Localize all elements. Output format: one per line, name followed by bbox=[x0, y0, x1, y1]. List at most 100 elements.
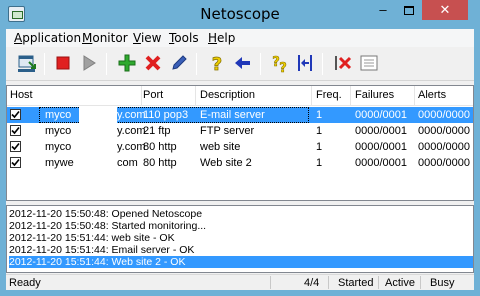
maximize-icon bbox=[404, 6, 414, 16]
toolbar: ? ? ? bbox=[6, 47, 474, 81]
column-header-failures[interactable]: Failures bbox=[355, 89, 394, 101]
menu-tools[interactable]: Tools bbox=[169, 31, 199, 45]
stop-button[interactable] bbox=[52, 52, 74, 74]
play-button[interactable] bbox=[78, 52, 100, 74]
menu-label: ools bbox=[174, 31, 199, 45]
help-button[interactable]: ? bbox=[206, 52, 228, 74]
cell-failures: 0000/0001 bbox=[355, 141, 407, 153]
client-area: Application Monitor View Tools Help ? ? … bbox=[6, 29, 474, 290]
row-checkbox[interactable] bbox=[10, 109, 21, 120]
cell-freq: 1 bbox=[316, 125, 323, 137]
edit-icon bbox=[172, 55, 187, 70]
status-activity: Active bbox=[385, 277, 415, 289]
title-bar[interactable]: Netoscope – ✕ bbox=[0, 0, 480, 29]
column-divider bbox=[350, 86, 351, 106]
menu-view[interactable]: View bbox=[133, 31, 161, 45]
details-button[interactable] bbox=[358, 52, 380, 74]
import-button[interactable] bbox=[16, 52, 38, 74]
checkmark-icon bbox=[11, 142, 20, 151]
cell-host-domain: y.com bbox=[117, 125, 146, 137]
add-icon bbox=[118, 54, 136, 72]
help-multi-icon: ? ? bbox=[272, 55, 287, 74]
menu-label: onitor bbox=[92, 31, 128, 45]
cell-port: 21 ftp bbox=[143, 125, 171, 137]
align-button[interactable] bbox=[294, 52, 316, 74]
log-line[interactable]: 2012-11-20 15:51:44: Email server - OK bbox=[9, 244, 473, 256]
stop-icon bbox=[56, 56, 70, 70]
maximize-button[interactable] bbox=[396, 0, 422, 20]
log-line[interactable]: 2012-11-20 15:50:48: Started monitoring.… bbox=[9, 220, 473, 232]
edit-button[interactable] bbox=[168, 52, 190, 74]
row-checkbox[interactable] bbox=[10, 125, 21, 136]
cell-description: E-mail server bbox=[200, 109, 265, 121]
close-button[interactable]: ✕ bbox=[422, 0, 468, 20]
column-header-port[interactable]: Port bbox=[143, 89, 163, 101]
cell-host: myco bbox=[45, 141, 72, 153]
cell-port: 110 pop3 bbox=[143, 109, 189, 121]
table-header: Host Port Description Freq. Failures Ale… bbox=[7, 86, 473, 106]
svg-text:?: ? bbox=[279, 61, 287, 74]
status-divider bbox=[270, 276, 271, 289]
column-header-description[interactable]: Description bbox=[200, 89, 255, 101]
align-icon bbox=[298, 55, 312, 71]
delete-multi-icon bbox=[335, 56, 352, 70]
toolbar-separator bbox=[44, 53, 45, 75]
cell-freq: 1 bbox=[316, 157, 323, 169]
menu-application[interactable]: Application bbox=[14, 31, 81, 45]
status-state: Ready bbox=[9, 277, 41, 289]
log-line[interactable]: 2012-11-20 15:51:44: web site - OK bbox=[9, 232, 473, 244]
status-busy: Busy bbox=[430, 277, 455, 289]
column-divider bbox=[311, 86, 312, 106]
back-arrow-icon bbox=[235, 57, 250, 69]
cell-description: FTP server bbox=[200, 125, 255, 137]
cell-host-domain: y.com bbox=[117, 141, 146, 153]
cell-host-domain: com bbox=[117, 157, 138, 169]
menu-help[interactable]: Help bbox=[208, 31, 235, 45]
cell-freq: 1 bbox=[316, 109, 323, 121]
table-row[interactable]: myco y.com 110 pop3 E-mail server 1 0000… bbox=[7, 107, 473, 123]
redaction-block bbox=[79, 123, 117, 139]
cell-host: myco bbox=[45, 125, 72, 137]
menu-accel: A bbox=[14, 31, 23, 45]
help-multi-button[interactable]: ? ? bbox=[268, 52, 290, 74]
status-divider bbox=[328, 276, 329, 289]
column-divider bbox=[195, 86, 196, 106]
cell-alerts: 0000/0000 bbox=[418, 125, 470, 137]
column-header-freq[interactable]: Freq. bbox=[316, 89, 342, 101]
table-row[interactable]: myco y.com 21 ftp FTP server 1 0000/0001… bbox=[7, 123, 473, 139]
hosts-table[interactable]: Host Port Description Freq. Failures Ale… bbox=[6, 85, 474, 201]
column-header-host[interactable]: Host bbox=[10, 89, 33, 101]
redaction-block bbox=[79, 155, 117, 171]
toolbar-separator bbox=[322, 53, 323, 75]
add-button[interactable] bbox=[116, 52, 138, 74]
cell-host: mywe bbox=[45, 157, 74, 169]
table-row[interactable]: mywe com 80 http Web site 2 1 0000/0001 … bbox=[7, 155, 473, 171]
back-button[interactable] bbox=[232, 52, 254, 74]
app-window: Netoscope – ✕ Application Monitor View T… bbox=[0, 0, 480, 296]
delete-multi-button[interactable] bbox=[332, 52, 354, 74]
log-line[interactable]: 2012-11-20 15:50:48: Opened Netoscope bbox=[9, 208, 473, 220]
checkmark-icon bbox=[11, 126, 20, 135]
column-divider bbox=[414, 86, 415, 106]
play-icon bbox=[83, 55, 96, 71]
menu-monitor[interactable]: Monitor bbox=[82, 31, 128, 45]
column-header-alerts[interactable]: Alerts bbox=[418, 89, 446, 101]
menu-accel: M bbox=[82, 31, 93, 45]
cell-alerts: 0000/0000 bbox=[418, 141, 470, 153]
minimize-button[interactable]: – bbox=[370, 0, 396, 20]
log-panel[interactable]: 2012-11-20 15:50:48: Opened Netoscope 20… bbox=[6, 205, 474, 273]
table-row[interactable]: myco y.com 80 http web site 1 0000/0001 … bbox=[7, 139, 473, 155]
delete-button[interactable] bbox=[142, 52, 164, 74]
menu-label: pplication bbox=[22, 31, 82, 45]
redaction-block bbox=[79, 139, 117, 155]
details-icon bbox=[360, 55, 378, 71]
log-line-selected[interactable]: 2012-11-20 15:51:44: Web site 2 - OK bbox=[9, 256, 473, 268]
cell-port: 80 http bbox=[143, 141, 177, 153]
status-bar: Ready 4/4 Started Active Busy bbox=[6, 274, 474, 290]
cell-description: web site bbox=[200, 141, 241, 153]
row-checkbox[interactable] bbox=[10, 141, 21, 152]
status-divider bbox=[420, 276, 421, 289]
menu-bar: Application Monitor View Tools Help bbox=[6, 29, 474, 47]
cell-alerts: 0000/0000 bbox=[418, 109, 470, 121]
row-checkbox[interactable] bbox=[10, 157, 21, 168]
